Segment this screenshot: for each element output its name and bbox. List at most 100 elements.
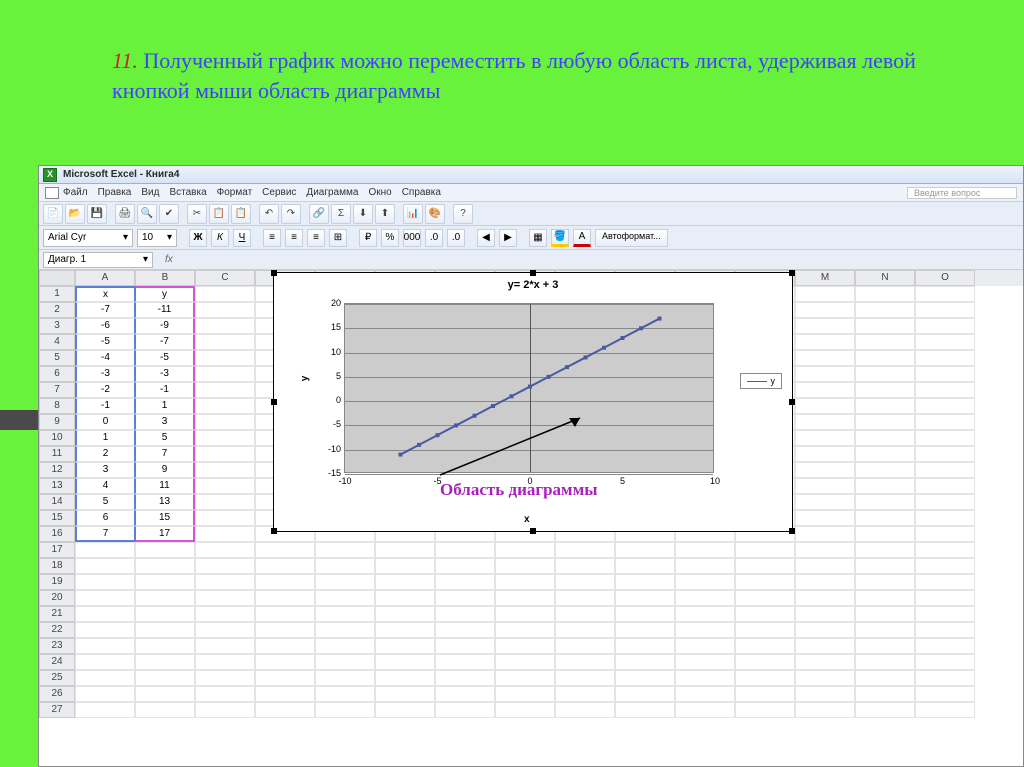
menu-insert[interactable]: Вставка xyxy=(169,187,206,198)
cell[interactable] xyxy=(915,334,975,350)
row-header[interactable]: 6 xyxy=(39,366,75,382)
row-header[interactable]: 25 xyxy=(39,670,75,686)
cell[interactable] xyxy=(435,638,495,654)
cell[interactable] xyxy=(735,686,795,702)
font-color-button[interactable]: A xyxy=(573,229,591,247)
doc-icon[interactable] xyxy=(45,187,59,199)
cell[interactable] xyxy=(315,702,375,718)
resize-handle-ne[interactable] xyxy=(789,270,795,276)
undo-button[interactable]: ↶ xyxy=(259,204,279,224)
cell[interactable] xyxy=(555,606,615,622)
cell[interactable] xyxy=(195,606,255,622)
cell[interactable]: -7 xyxy=(135,334,195,350)
row-header[interactable]: 8 xyxy=(39,398,75,414)
cell[interactable] xyxy=(795,414,855,430)
cell[interactable] xyxy=(675,686,735,702)
cell[interactable] xyxy=(315,574,375,590)
cell[interactable] xyxy=(135,558,195,574)
cell[interactable] xyxy=(735,606,795,622)
cell[interactable] xyxy=(855,558,915,574)
cell[interactable] xyxy=(615,654,675,670)
cell[interactable] xyxy=(195,414,255,430)
cell[interactable] xyxy=(75,686,135,702)
name-box[interactable]: Диагр. 1▾ xyxy=(43,252,153,268)
cell[interactable] xyxy=(195,510,255,526)
cell[interactable] xyxy=(915,670,975,686)
column-header-A[interactable]: A xyxy=(75,270,135,286)
cell[interactable] xyxy=(135,638,195,654)
cell[interactable] xyxy=(915,574,975,590)
cell[interactable] xyxy=(855,302,915,318)
cell[interactable]: -3 xyxy=(75,366,135,382)
cell[interactable]: 9 xyxy=(135,462,195,478)
cell[interactable]: -9 xyxy=(135,318,195,334)
cell[interactable] xyxy=(75,590,135,606)
cell[interactable] xyxy=(555,574,615,590)
cell[interactable] xyxy=(675,558,735,574)
cell[interactable] xyxy=(75,542,135,558)
cell[interactable]: -3 xyxy=(135,366,195,382)
cell[interactable] xyxy=(795,366,855,382)
chart-legend[interactable]: y xyxy=(740,373,783,389)
cell[interactable] xyxy=(255,686,315,702)
cell[interactable] xyxy=(315,670,375,686)
cell[interactable] xyxy=(615,702,675,718)
row-header[interactable]: 14 xyxy=(39,494,75,510)
cell[interactable] xyxy=(495,606,555,622)
cell[interactable] xyxy=(255,558,315,574)
menu-edit[interactable]: Правка xyxy=(98,187,132,198)
indent-inc-button[interactable]: ▶ xyxy=(499,229,517,247)
cell[interactable] xyxy=(675,590,735,606)
cell[interactable] xyxy=(855,494,915,510)
cell[interactable] xyxy=(615,558,675,574)
open-button[interactable]: 📂 xyxy=(65,204,85,224)
cell[interactable] xyxy=(855,686,915,702)
cell[interactable] xyxy=(255,590,315,606)
cell[interactable] xyxy=(795,510,855,526)
drawing-button[interactable]: 🎨 xyxy=(425,204,445,224)
cell[interactable] xyxy=(255,606,315,622)
cell[interactable] xyxy=(495,574,555,590)
cell[interactable] xyxy=(375,574,435,590)
cell[interactable] xyxy=(795,606,855,622)
resize-handle-e[interactable] xyxy=(789,399,795,405)
cell[interactable] xyxy=(315,542,375,558)
cell[interactable] xyxy=(555,590,615,606)
cell[interactable] xyxy=(795,654,855,670)
merge-button[interactable]: ⊞ xyxy=(329,229,347,247)
y-axis-label[interactable]: y xyxy=(299,376,310,382)
cell[interactable] xyxy=(255,574,315,590)
cell[interactable] xyxy=(495,670,555,686)
cell[interactable] xyxy=(615,670,675,686)
cell[interactable] xyxy=(195,318,255,334)
cell[interactable] xyxy=(195,446,255,462)
cell[interactable] xyxy=(855,638,915,654)
sort-asc-button[interactable]: ⬇ xyxy=(353,204,373,224)
menu-help[interactable]: Справка xyxy=(402,187,441,198)
cell[interactable] xyxy=(795,702,855,718)
cell[interactable] xyxy=(855,510,915,526)
cell[interactable] xyxy=(195,478,255,494)
row-header[interactable]: 4 xyxy=(39,334,75,350)
font-size-selector[interactable]: 10▾ xyxy=(137,229,177,247)
cell[interactable] xyxy=(195,462,255,478)
cell[interactable] xyxy=(375,606,435,622)
cell[interactable] xyxy=(195,302,255,318)
cell[interactable] xyxy=(75,574,135,590)
row-header[interactable]: 13 xyxy=(39,478,75,494)
row-header[interactable]: 15 xyxy=(39,510,75,526)
cell[interactable] xyxy=(75,654,135,670)
cell[interactable] xyxy=(435,686,495,702)
cell[interactable] xyxy=(855,590,915,606)
cell[interactable] xyxy=(495,622,555,638)
menu-window[interactable]: Окно xyxy=(368,187,391,198)
cell[interactable] xyxy=(735,558,795,574)
cell[interactable] xyxy=(495,542,555,558)
cell[interactable] xyxy=(555,638,615,654)
cell[interactable] xyxy=(795,622,855,638)
cell[interactable] xyxy=(855,350,915,366)
cell[interactable] xyxy=(495,654,555,670)
cell[interactable] xyxy=(795,398,855,414)
link-button[interactable]: 🔗 xyxy=(309,204,329,224)
row-header[interactable]: 18 xyxy=(39,558,75,574)
